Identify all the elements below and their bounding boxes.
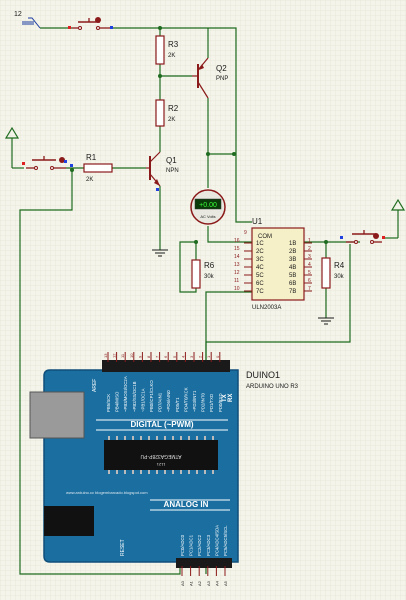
arduino-analog-pin-number: A3 bbox=[206, 580, 211, 586]
arduino-analog-pin-number: A2 bbox=[197, 580, 202, 586]
r6-name: R6 bbox=[204, 261, 215, 270]
arduino-digital-pin-label: ~PB1/OC1A bbox=[140, 388, 145, 412]
ic-input-pin-label: 2C bbox=[256, 249, 264, 255]
arduino-digital-pin-number: 10 bbox=[129, 353, 134, 358]
reset-label: RESET bbox=[120, 539, 126, 556]
arduino-digital-pin-label: PD1/TXD bbox=[209, 394, 214, 412]
ic-input-pin-number: 16 bbox=[234, 238, 240, 244]
arduino-analog-pin-number: A0 bbox=[180, 580, 185, 586]
ic-output-pin-number: 3 bbox=[308, 254, 311, 260]
ic-output-pin-label: 2B bbox=[289, 249, 296, 255]
ic-output-pin-label: 6B bbox=[289, 281, 296, 287]
ic-output-pin-number: 7 bbox=[308, 286, 311, 292]
arduino-digital-pin-label: PB4/MISO bbox=[115, 391, 120, 412]
voltmeter-reading: +0.00 bbox=[199, 202, 217, 209]
ic-com-label: COM bbox=[258, 234, 272, 240]
arduino-digital-pin-number: 12 bbox=[112, 353, 117, 358]
q2-type: PNP bbox=[216, 76, 228, 82]
arduino-digital-pin-label: PD5/T1 bbox=[175, 397, 180, 412]
ic-output-pin-number: 2 bbox=[308, 246, 311, 252]
arduino-digital-pin-label: PD0/RXD bbox=[218, 393, 223, 412]
dc-jack bbox=[44, 506, 94, 536]
ic-part: ULN2003A bbox=[252, 305, 281, 311]
arduino-digital-pin-label: PB5/SCK bbox=[106, 394, 111, 412]
r3-value: 2K bbox=[168, 53, 175, 59]
ic-output-pin-label: 4B bbox=[289, 265, 296, 271]
ic-input-pin-number: 14 bbox=[234, 254, 240, 260]
r1-name: R1 bbox=[86, 153, 97, 162]
q2-name: Q2 bbox=[216, 64, 227, 73]
r2-name: R2 bbox=[168, 104, 179, 113]
arduino-analog-pin-label: PC5/ADC5/SCL bbox=[223, 525, 228, 556]
arduino-analog-pin-label: PC4/ADC4/SDA bbox=[214, 525, 219, 556]
arduino-ref: DUINO1 bbox=[246, 370, 280, 380]
arduino-analog-pin-number: A5 bbox=[223, 580, 228, 586]
ic-input-pin-label: 3C bbox=[256, 257, 264, 263]
arduino-analog-pin-label: PC2/ADC2 bbox=[197, 534, 202, 556]
voltmeter-unit: AC Volts bbox=[200, 214, 215, 219]
arduino-digital-pin-label: PD2/INT0 bbox=[201, 393, 206, 412]
ic-ref: U1 bbox=[252, 217, 263, 226]
ic-input-pin-number: 10 bbox=[234, 286, 240, 292]
digital-label: DIGITAL (~PWM) bbox=[130, 420, 193, 429]
usb-connector bbox=[29, 391, 85, 439]
analog-label: ANALOG IN bbox=[164, 500, 209, 509]
arduino-digital-pin-label: ~PB2/SS/OC1B bbox=[132, 381, 137, 412]
r1-value: 2K bbox=[86, 177, 93, 183]
arduino-digital-pin-label: PB0/ICP1/CLKO bbox=[149, 380, 154, 412]
ic-output-pin-number: 4 bbox=[308, 262, 311, 268]
arduino-analog-pin-label: PC1/ADC1 bbox=[189, 534, 194, 556]
arduino-analog-pin-number: A1 bbox=[189, 580, 194, 586]
arduino-analog-pin-label: PC3/ADC3 bbox=[206, 534, 211, 556]
ic-input-pin-number: 13 bbox=[234, 262, 240, 268]
ac-voltmeter[interactable]: +0.00 AC Volts bbox=[190, 189, 226, 225]
ic-output-pin-number: 6 bbox=[308, 278, 311, 284]
schematic-canvas: 12 R1 2K R3 2K R2 2K Q2 PNP Q1 NPN +0.00… bbox=[0, 0, 406, 600]
arduino-digital-pin-number: 13 bbox=[103, 353, 108, 358]
arduino-digital-pin-label: ~PB3/MOSI/OC2A bbox=[123, 376, 128, 412]
arduino-analog-pin-number: A4 bbox=[214, 580, 219, 586]
rx-label: RX bbox=[228, 394, 234, 402]
arduino-uno-board[interactable]: ATMEGA328P-PU 1121 DIGITAL (~PWM) TX RX … bbox=[29, 352, 239, 586]
ic-input-pin-label: 4C bbox=[256, 265, 264, 271]
ic-input-pin-number: 12 bbox=[234, 270, 240, 276]
arduino-analog-pin-label: PC0/ADC0 bbox=[180, 534, 185, 556]
ic-output-pin-label: 3B bbox=[289, 257, 296, 263]
ic-input-pin-label: 6C bbox=[256, 281, 264, 287]
ic-output-pin-number: 5 bbox=[308, 270, 311, 276]
r3-name: R3 bbox=[168, 40, 179, 49]
q1-name: Q1 bbox=[166, 156, 177, 165]
ic-input-pin-label: 1C bbox=[256, 241, 264, 247]
r4-name: R4 bbox=[334, 261, 345, 270]
ic-input-pin-label: 5C bbox=[256, 273, 264, 279]
ic-output-pin-label: 5B bbox=[289, 273, 296, 279]
chip-label: ATMEGA328P-PU bbox=[140, 453, 181, 459]
q1-type: NPN bbox=[166, 168, 179, 174]
arduino-model: ARDUINO UNO R3 bbox=[246, 384, 299, 390]
arduino-digital-pin-label: PD4/T0/XCK bbox=[183, 387, 188, 412]
ic-output-pin-number: 1 bbox=[308, 238, 311, 244]
ic-output-pin-label: 1B bbox=[289, 241, 296, 247]
r4-value: 30k bbox=[334, 274, 345, 280]
board-url: www.arduino.cc blogembarcado.blogspot.co… bbox=[66, 490, 148, 495]
arduino-digital-pin-label: ~PD3/INT1 bbox=[192, 390, 197, 412]
arduino-digital-pin-label: ~PD6/AIN0 bbox=[166, 390, 171, 412]
chip-sublabel: 1121 bbox=[156, 462, 165, 467]
aref-label: AREF bbox=[92, 379, 98, 392]
r2-value: 2K bbox=[168, 117, 175, 123]
top-terminal-label: 12 bbox=[14, 11, 22, 18]
ic-input-pin-number: 15 bbox=[234, 246, 240, 252]
ic-input-pin-label: 7C bbox=[256, 289, 264, 295]
r6-value: 30k bbox=[204, 274, 215, 280]
ic-input-pin-number: 11 bbox=[234, 278, 239, 284]
ic-com-pin: 9 bbox=[244, 230, 247, 236]
arduino-digital-pin-label: PD7/AIN1 bbox=[158, 392, 163, 412]
ic-output-pin-label: 7B bbox=[289, 289, 296, 295]
